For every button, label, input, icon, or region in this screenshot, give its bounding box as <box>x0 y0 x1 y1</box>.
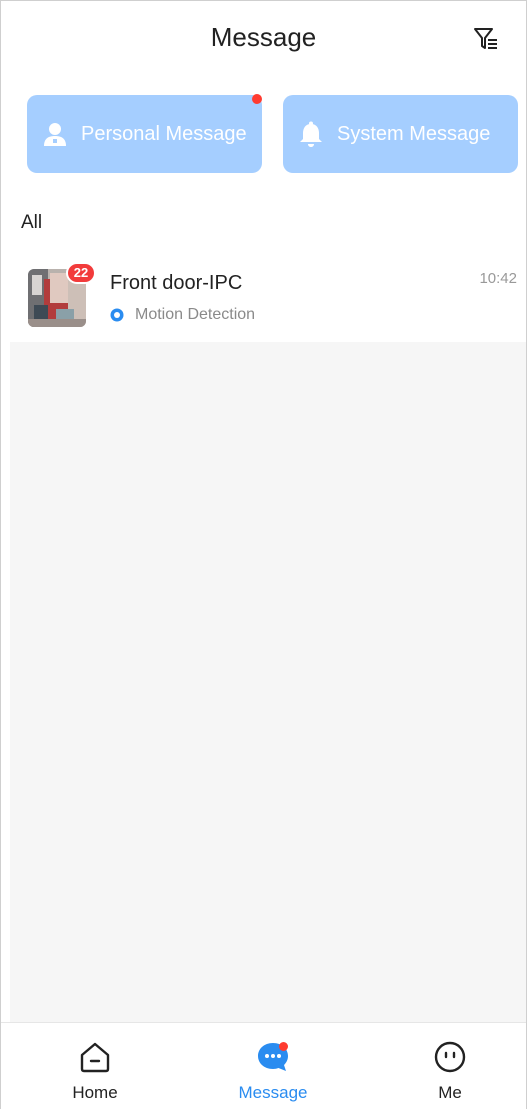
personal-message-label: Personal Message <box>81 122 247 145</box>
unread-count-badge: 22 <box>66 262 96 284</box>
tab-message[interactable]: Message <box>213 1023 333 1110</box>
personal-message-button[interactable]: Personal Message <box>27 94 262 173</box>
tab-me-label: Me <box>438 1083 462 1102</box>
top-bar: Message <box>0 0 527 82</box>
tab-me[interactable]: Me <box>390 1023 510 1110</box>
event-type: Motion Detection <box>135 306 256 323</box>
system-message-button[interactable]: System Message <box>283 95 518 173</box>
system-message-label: System Message <box>337 122 491 145</box>
message-list-item[interactable]: 22 Front door-IPC 10:42 Motion Detection <box>10 252 527 342</box>
home-icon <box>80 1042 110 1073</box>
message-category-row: Personal Message System Message <box>27 94 518 173</box>
bottom-tab-bar: Home Message Me <box>0 1022 527 1109</box>
person-icon <box>44 123 66 146</box>
motion-detection-icon <box>110 308 124 322</box>
message-tab-unread-dot <box>279 1042 288 1051</box>
tab-message-label: Message <box>238 1083 308 1102</box>
bell-icon <box>300 121 322 147</box>
personal-unread-dot <box>252 94 262 104</box>
section-title-all: All <box>21 212 43 233</box>
message-list[interactable]: 22 Front door-IPC 10:42 Motion Detection <box>10 252 527 1022</box>
tab-home-label: Home <box>72 1083 118 1102</box>
tab-home[interactable]: Home <box>35 1023 155 1110</box>
smiley-face-icon <box>434 1041 466 1073</box>
filter-list-icon <box>474 28 497 49</box>
device-name: Front door-IPC <box>110 272 243 294</box>
filter-button[interactable] <box>471 24 501 54</box>
page-title: Message <box>210 22 317 52</box>
message-time: 10:42 <box>479 270 517 287</box>
